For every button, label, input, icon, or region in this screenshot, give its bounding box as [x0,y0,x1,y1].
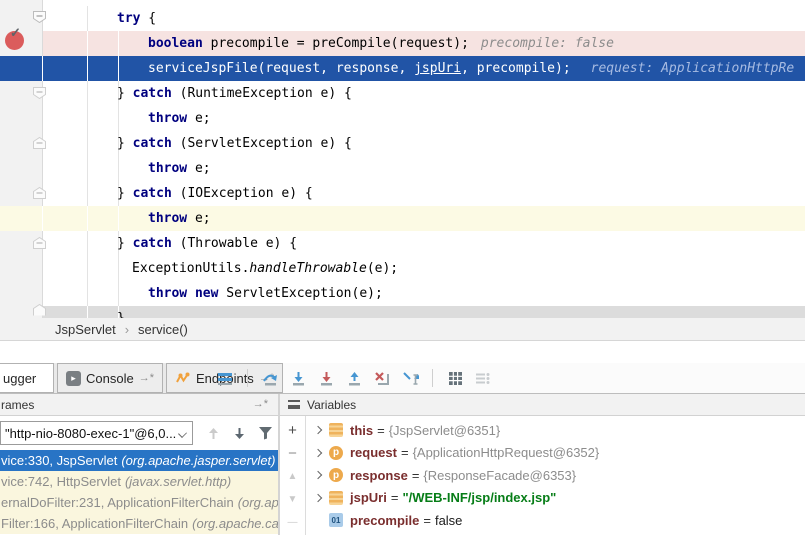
next-frame-icon[interactable] [226,427,252,440]
inline-debugger-hint: request: ApplicationHttpRe [591,61,795,76]
more-watches-icon[interactable]: — [284,514,302,530]
expand-chevron-icon[interactable] [314,426,322,434]
toolbar-separator [247,369,248,387]
tab-drag-icon[interactable]: →* [139,372,154,384]
tab-console[interactable]: ▸ Console →* [57,363,163,393]
code-line[interactable]: } catch (ServletException e) { [117,131,352,156]
remove-watch-icon[interactable]: − [284,445,302,461]
expand-chevron-icon[interactable] [314,471,322,479]
console-icon: ▸ [66,371,81,386]
frame-row[interactable]: Filter:166, ApplicationFilterChain(org.a… [0,513,278,534]
code-line[interactable]: } catch (RuntimeException e) { [117,81,352,106]
drop-frame-icon[interactable] [373,369,391,387]
breakpoint-verified-check-icon: ✓ [10,25,21,41]
fold-marker-icon[interactable] [33,187,46,199]
frames-title: rames [0,398,34,412]
expand-chevron-icon[interactable] [314,449,322,457]
expand-chevron-icon[interactable] [314,494,322,502]
variable-row[interactable]: jspUri="/WEB-INF/jsp/index.jsp" [307,487,805,510]
step-into-icon[interactable] [289,369,307,387]
move-watch-up-icon[interactable]: ▲ [284,468,302,484]
debugger-panels: rames →* "http-nio-8080-exec-1"@6,0... [0,394,805,535]
primitive-icon: 01 [329,513,343,527]
panel-menu-icon[interactable] [288,400,300,409]
jspuri-link[interactable]: jspUri [414,61,461,76]
fold-marker-icon[interactable] [33,137,46,149]
code-line[interactable]: } catch (Throwable e) { [117,231,297,256]
frame-row[interactable]: ernalDoFilter:231, ApplicationFilterChai… [0,492,278,513]
field-icon [329,423,343,437]
inline-debugger-hint: precompile: false [481,36,614,51]
filter-frames-icon[interactable] [252,426,278,440]
breadcrumb-separator-icon: › [125,322,129,337]
variables-title: Variables [307,398,356,412]
variable-row[interactable]: p request={ApplicationHttpRequest@6352} [307,442,805,465]
selected-line-highlight [43,306,805,318]
run-to-cursor-icon[interactable] [401,369,419,387]
code-line[interactable]: } catch (IOException e) { [117,181,313,206]
code-line-caret[interactable]: throw e; [148,206,211,231]
fold-marker-icon[interactable] [33,87,46,99]
variables-panel: Variables + − ▲ ▼ — this={JspServlet@635… [280,394,805,535]
variables-list: this={JspServlet@6351} p request={Applic… [307,419,805,532]
breadcrumb-method[interactable]: service() [138,322,188,337]
code-line[interactable]: throw new ServletException(e); [148,281,383,306]
field-icon [329,491,343,505]
tab-debugger[interactable]: ugger [0,363,54,393]
code-line[interactable]: } [117,306,125,318]
thread-selector[interactable]: "http-nio-8080-exec-1"@6,0... [0,421,193,445]
variables-header: Variables [280,394,805,416]
breadcrumb-class[interactable]: JspServlet [55,322,116,337]
code-line[interactable]: try { [117,6,156,31]
step-over-icon[interactable] [261,369,279,387]
ide-debug-window: ✓ try { boolean precompile = preCompile(… [0,0,805,535]
code-line-execution[interactable]: serviceJspFile(request, response, jspUri… [148,56,794,81]
layout-settings-icon[interactable] [474,369,492,387]
step-out-icon[interactable] [345,369,363,387]
force-step-into-icon[interactable] [317,369,335,387]
chevron-down-icon [178,429,187,438]
fold-marker-icon[interactable] [33,304,46,316]
variable-row[interactable]: this={JspServlet@6351} [307,419,805,442]
breakpoint-icon[interactable]: ✓ [5,31,24,50]
frames-toolbar: "http-nio-8080-exec-1"@6,0... [0,416,278,450]
variable-row[interactable]: p response={ResponseFacade@6353} [307,464,805,487]
breadcrumb: JspServlet › service() [0,318,805,341]
frames-panel: rames →* "http-nio-8080-exec-1"@6,0... [0,394,278,535]
variable-row[interactable]: 01 precompile=false [307,509,805,532]
tab-label: ugger [3,371,36,386]
frames-drag-icon[interactable]: →* [253,398,268,410]
move-watch-down-icon[interactable]: ▼ [284,491,302,507]
code-line[interactable]: ExceptionUtils.handleThrowable(e); [132,256,398,281]
code-line-breakpoint[interactable]: boolean precompile = preCompile(request)… [148,31,614,56]
toolbar-separator [432,369,433,387]
thread-selector-value: "http-nio-8080-exec-1"@6,0... [5,426,176,441]
prev-frame-icon[interactable] [201,427,227,440]
evaluate-expression-icon[interactable] [446,369,464,387]
endpoints-icon [175,371,191,385]
code-line[interactable]: throw e; [148,106,211,131]
code-editor[interactable]: ✓ try { boolean precompile = preCompile(… [0,0,805,318]
editor-gutter[interactable] [0,0,43,318]
debug-toolwindow-tabs: ugger ▸ Console →* Endpoints →* [0,363,805,394]
fold-marker-icon[interactable] [33,237,46,249]
frame-row[interactable]: vice:330, JspServlet(org.apache.jasper.s… [0,450,278,471]
tab-label: Console [86,371,134,386]
fold-marker-icon[interactable] [33,11,46,23]
frame-row[interactable]: vice:742, HttpServlet(javax.servlet.http… [0,471,278,492]
add-watch-icon[interactable]: + [284,422,302,438]
caret-line-highlight [0,206,805,231]
show-execution-point-icon[interactable] [216,369,234,387]
parameter-icon: p [329,468,343,482]
frames-header: rames →* [0,394,278,416]
toolwindow-gap [0,341,805,363]
parameter-icon: p [329,446,343,460]
variables-toolbar: + − ▲ ▼ — [280,416,306,535]
code-line[interactable]: throw e; [148,156,211,181]
